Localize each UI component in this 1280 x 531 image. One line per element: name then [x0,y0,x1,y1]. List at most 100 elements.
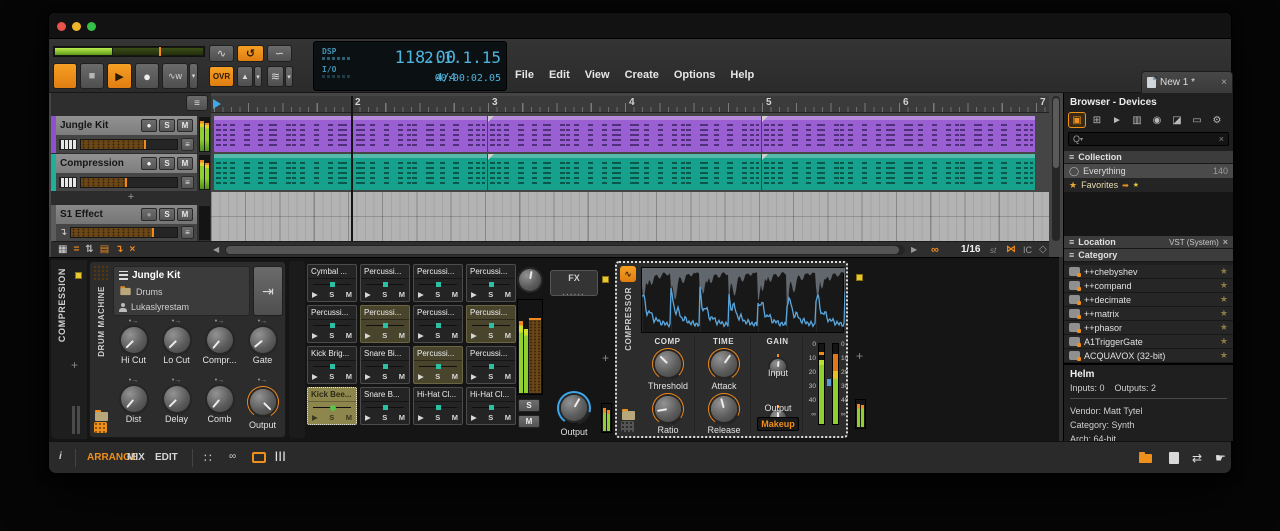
cube-snap-icon[interactable]: ◇ [1039,244,1047,255]
pad-play-button[interactable]: ▶ [471,413,477,422]
pad-play-button[interactable]: ▶ [365,331,371,340]
pad-view-icon[interactable] [94,422,107,433]
compressor-device[interactable]: ∿ COMPRESSOR COMP Threshold Ratio TIME A… [615,261,848,438]
pad-solo-button[interactable]: S [382,331,387,340]
chain-icon[interactable]: ∞ [229,451,236,462]
track-header-menu-button[interactable]: ≡ [186,95,208,111]
view-tab-mix[interactable]: MIX [127,452,145,463]
track-volume-fader[interactable] [80,176,178,188]
drum-pad-selected[interactable]: Kick Bee... ▶ S M [307,387,357,425]
track-row-s1-effect[interactable]: S1 Effect ● S M ↴ ≡ [51,205,211,241]
metronome-button[interactable]: ▲ [237,66,253,87]
makeup-button[interactable]: Makeup [757,417,799,431]
track-arm-button[interactable]: ● [141,157,157,170]
pad-mute-button[interactable]: M [452,290,458,299]
plugin-row[interactable]: ACQUAVOX (32-bit) ★ [1064,349,1233,363]
pad-solo-button[interactable]: S [435,290,440,299]
scroll-left-icon[interactable]: ◀ [213,245,219,254]
samples-tab-icon[interactable]: ◉ [1148,112,1166,128]
device-chain-marker[interactable] [602,276,609,283]
zoom-fit-icon[interactable]: ∞ [931,244,939,256]
pad-solo-button[interactable]: S [488,331,493,340]
song-time[interactable]: 00:00:02.05 [435,73,501,84]
track-mute-button[interactable]: M [177,208,193,221]
add-track-button[interactable]: + [51,191,211,205]
drum-pad[interactable]: Hi-Hat Cl... ▶ S M [413,387,463,425]
track-menu-button[interactable]: ≡ [181,226,194,239]
playhead[interactable] [351,96,353,241]
pad-volume-slider[interactable] [366,323,404,328]
drum-pad[interactable]: Percussi... ▶ S M [413,305,463,343]
pad-solo-button[interactable]: S [435,331,440,340]
fold-icon[interactable]: ↴ [115,244,123,255]
device-view-icon[interactable] [252,452,266,463]
timeline-ruler[interactable]: 2 3 4 5 6 7 [211,96,1049,113]
record-button[interactable]: ● [135,63,159,89]
mixer-view-icon[interactable]: ||| [275,451,286,462]
stop-button[interactable]: ■ [80,63,104,89]
pad-play-button[interactable]: ▶ [365,413,371,422]
pad-mute-button[interactable]: M [399,290,405,299]
pad-mute-button[interactable]: M [518,415,540,428]
midi-clip[interactable] [488,154,762,190]
attack-knob[interactable] [708,348,740,380]
metronome-dropdown[interactable]: ▾ [254,66,262,87]
add-device-icon[interactable]: + [71,358,78,372]
threshold-knob[interactable] [652,348,684,380]
macro-knob-gate[interactable]: •→ Gate [241,318,284,377]
collection-favorites[interactable]: ★ Favorites ➡ ★ [1064,178,1233,192]
track-row-jungle-kit[interactable]: Jungle Kit ● S M ≡ [51,116,211,153]
menu-options[interactable]: Options [674,69,716,81]
ic-snap-icon[interactable]: IC [1023,245,1032,255]
pad-volume-slider[interactable] [472,323,510,328]
preset-folder-icon[interactable] [95,410,108,421]
track-name[interactable]: Compression [60,158,139,169]
pad-mute-button[interactable]: M [505,372,511,381]
grid-resolution-value[interactable]: 1/16 [961,244,980,255]
track-arm-button[interactable]: ● [141,208,157,221]
ratio-knob[interactable] [652,393,684,425]
routing-icon[interactable]: ∷ [204,451,212,465]
preset-info-box[interactable]: Jungle Kit Drums Lukaslyrestam [113,266,250,316]
track-solo-button[interactable]: S [159,119,175,132]
view-tab-edit[interactable]: EDIT [155,452,178,463]
transport-display[interactable]: DSP I/O 118.00 4/4 2.1.1.15 00:00:02.05 [313,41,507,91]
midi-clip[interactable] [488,116,762,152]
macro-knob-hi-cut[interactable]: •→ Hi Cut [112,318,155,377]
pad-volume-slider[interactable] [472,405,510,410]
preset-author[interactable]: Lukaslyrestam [131,302,189,312]
plugin-row[interactable]: ++decimate ★ [1064,293,1233,307]
drum-pad[interactable]: Percussi... ▶ S M [360,305,410,343]
automation-write-button[interactable]: ∿w [162,63,188,89]
pad-mute-button[interactable]: M [505,413,511,422]
pad-volume-slider[interactable] [313,405,351,411]
grid-view-icon[interactable]: ▦ [58,244,67,255]
macro-knob-compress[interactable]: •→ Compr... [198,318,241,377]
pad-volume-slider[interactable] [419,364,457,369]
drum-pad[interactable]: Percussi... ▶ S M [413,264,463,302]
macro-knob-dist[interactable]: •→ Dist [112,377,155,436]
swing-label[interactable]: st [990,246,996,255]
pad-solo-button[interactable]: S [435,372,440,381]
clear-icon[interactable]: × [130,244,136,255]
loop-button[interactable]: ↺ [237,45,264,62]
drum-machine-icon[interactable] [93,265,109,281]
drum-pad[interactable]: Percussi... ▶ S M [307,305,357,343]
expanded-view-icon[interactable] [621,421,634,432]
midi-clip[interactable] [762,154,1036,190]
multisamples-tab-icon[interactable]: ▥ [1128,112,1146,128]
fade-icon-button[interactable]: ∿ [209,45,234,62]
pad-play-button[interactable]: ▶ [365,372,371,381]
pad-solo-button[interactable]: S [329,290,334,299]
track-volume-fader[interactable] [70,227,178,238]
overdub-button[interactable]: OVR [209,66,234,87]
menu-file[interactable]: File [515,69,534,81]
pad-solo-button[interactable]: S [435,413,440,422]
device-chain-marker[interactable] [75,272,82,279]
pad-mute-button[interactable]: M [452,372,458,381]
drum-machine-device[interactable]: DRUM MACHINE Jungle Kit Drums Lukaslyres… [89,261,286,438]
macro-knob-output[interactable]: •→ Output [241,377,284,436]
info-icon[interactable]: i [59,451,62,462]
inspector-toggle-icon[interactable] [1169,452,1179,464]
pad-solo-button[interactable]: S [382,372,387,381]
